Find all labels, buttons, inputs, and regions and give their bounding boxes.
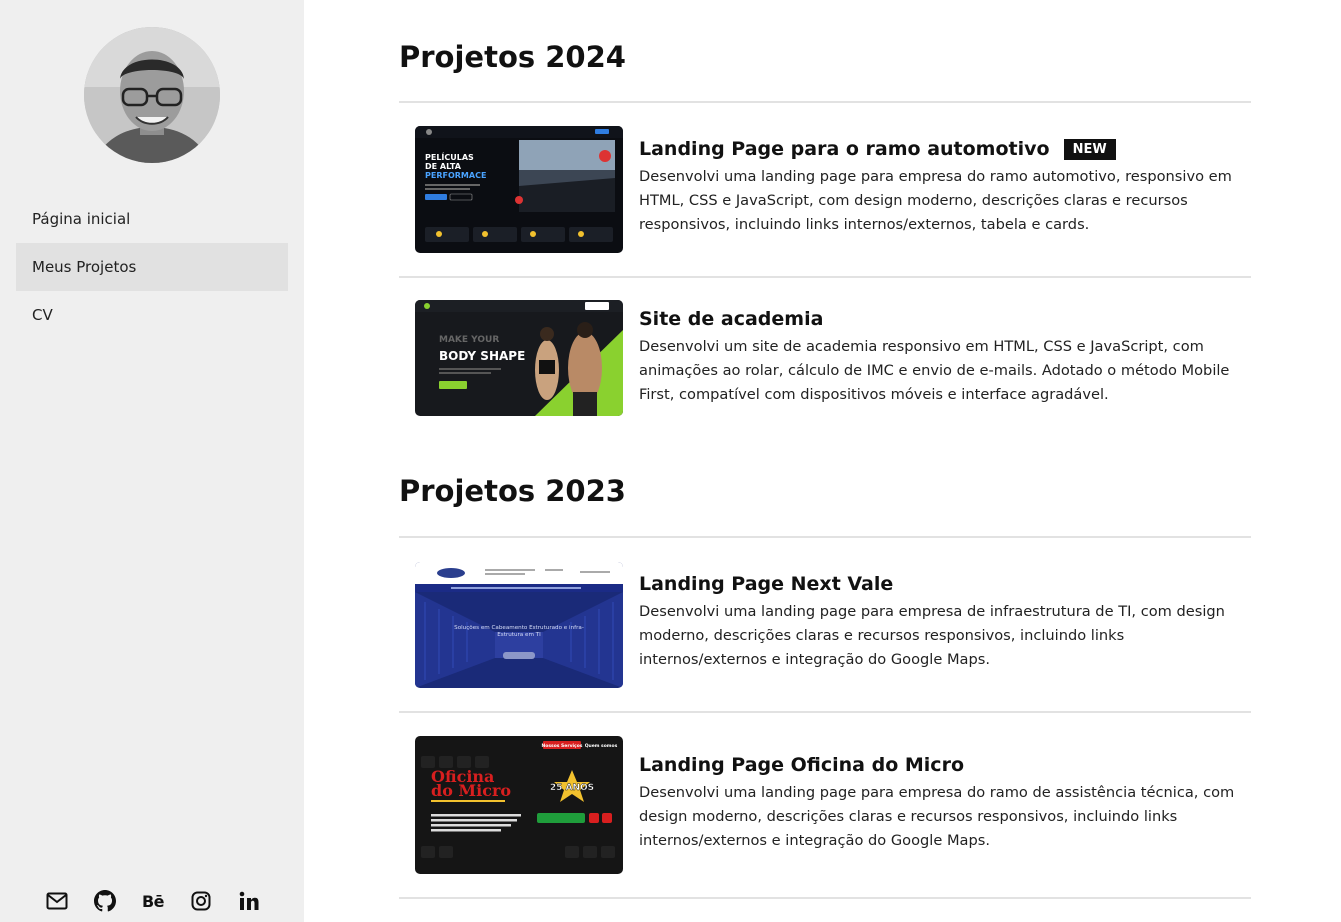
project-text: Site de academia Desenvolvi um site de a… (639, 308, 1239, 407)
project-title-row: Landing Page para o ramo automotivo NEW (639, 138, 1239, 160)
project-card-next-vale[interactable]: Soluções em Cabeamento Estruturado e inf… (415, 562, 1251, 688)
social-links: Bē (44, 888, 262, 914)
linkedin-icon[interactable] (236, 888, 262, 914)
project-thumbnail: Soluções em Cabeamento Estruturado e inf… (415, 562, 623, 688)
project-text: Landing Page Next Vale Desenvolvi uma la… (639, 573, 1239, 672)
thumb-text-25-anos: 25 ANOS (550, 783, 594, 793)
divider (399, 536, 1251, 538)
thumb-text-do-micro: do Micro (431, 781, 511, 800)
thumb-text-body-shape: BODY SHAPE (439, 349, 525, 363)
project-description: Desenvolvi uma landing page para empresa… (639, 168, 1232, 233)
project-title: Landing Page para o ramo automotivo (639, 138, 1050, 160)
avatar (84, 27, 220, 163)
project-text: Landing Page Oficina do Micro Desenvolvi… (639, 754, 1239, 853)
project-title: Landing Page Oficina do Micro (639, 754, 964, 776)
project-title: Landing Page Next Vale (639, 573, 894, 595)
new-badge: NEW (1063, 138, 1116, 160)
thumb-text-next-vale-2: Estrutura em TI (497, 632, 541, 638)
thumb-text-next-vale-1: Soluções em Cabeamento Estruturado e inf… (454, 625, 584, 631)
thumb-text-nossos-servicos: Nossos Serviços (542, 743, 583, 749)
thumb-text-peliculas: PELÍCULAS (425, 151, 474, 162)
project-card-automotive[interactable]: PELÍCULAS DE ALTA PERFORMACE Landing Pag… (415, 126, 1251, 254)
sidebar: Página inicial Meus Projetos CV Bē (0, 0, 304, 922)
project-description: Desenvolvi um site de academia responsiv… (639, 338, 1230, 403)
section-title-2023: Projetos 2023 (399, 474, 626, 508)
nav-item-cv[interactable]: CV (16, 291, 288, 339)
thumb-text-de-alta: DE ALTA (425, 162, 462, 171)
mail-icon[interactable] (44, 888, 70, 914)
thumb-text-quem-somos: Quem somos (585, 743, 618, 749)
project-description: Desenvolvi uma landing page para empresa… (639, 784, 1235, 849)
divider (399, 101, 1251, 103)
project-title-row: Landing Page Oficina do Micro (639, 754, 1239, 776)
project-title: Site de academia (639, 308, 824, 330)
project-thumbnail: Nossos Serviços Quem somos Oficina do Mi… (415, 736, 623, 874)
divider (399, 711, 1251, 713)
project-title-row: Site de academia (639, 308, 1239, 330)
thumb-text-performace: PERFORMACE (425, 171, 486, 180)
github-icon[interactable] (92, 888, 118, 914)
instagram-icon[interactable] (188, 888, 214, 914)
thumb-text-make-your: MAKE YOUR (439, 335, 499, 345)
sidebar-nav: Página inicial Meus Projetos CV (16, 195, 288, 339)
divider (399, 897, 1251, 899)
project-card-gym[interactable]: MAKE YOUR BODY SHAPE Site de academia De… (415, 300, 1251, 417)
project-description: Desenvolvi uma landing page para empresa… (639, 603, 1225, 668)
section-title-2024: Projetos 2024 (399, 40, 626, 74)
project-title-row: Landing Page Next Vale (639, 573, 1239, 595)
project-text: Landing Page para o ramo automotivo NEW … (639, 138, 1239, 237)
behance-icon[interactable]: Bē (140, 888, 166, 914)
behance-label: Bē (141, 891, 165, 911)
project-thumbnail: PELÍCULAS DE ALTA PERFORMACE (415, 126, 623, 253)
project-card-oficina-do-micro[interactable]: Nossos Serviços Quem somos Oficina do Mi… (415, 736, 1251, 874)
project-thumbnail: MAKE YOUR BODY SHAPE (415, 300, 623, 416)
nav-item-home[interactable]: Página inicial (16, 195, 288, 243)
divider (399, 276, 1251, 278)
nav-item-projects[interactable]: Meus Projetos (16, 243, 288, 291)
